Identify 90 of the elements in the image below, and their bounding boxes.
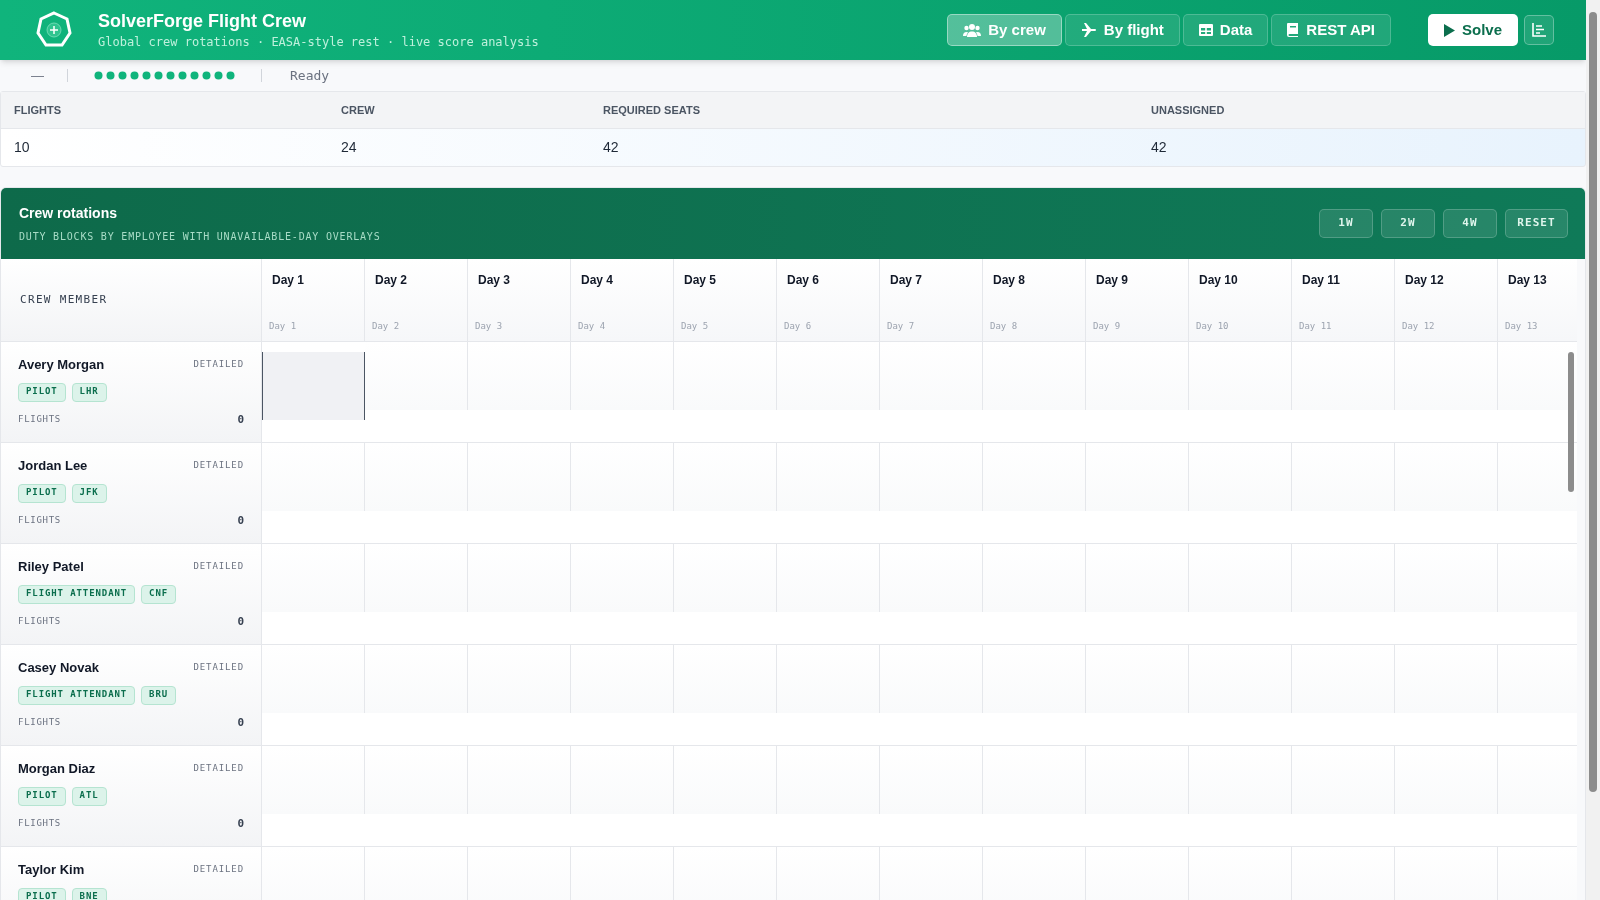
column-header: REQUIRED SEATS bbox=[590, 92, 1138, 129]
flights-count: 0 bbox=[237, 411, 244, 428]
column-header: FLIGHTS bbox=[1, 92, 328, 129]
crew-card[interactable]: Avery Morgan DETAILED PILOT LHR FLIGHTS 0 bbox=[1, 342, 262, 442]
mode-label: DETAILED bbox=[193, 560, 244, 573]
day-header: Day 6 bbox=[787, 272, 821, 289]
panel-title: Crew rotations bbox=[19, 204, 118, 223]
flights-label: FLIGHTS bbox=[18, 615, 61, 628]
mode-label: DETAILED bbox=[193, 358, 244, 371]
day-subheader: Day 13 bbox=[1505, 319, 1539, 333]
day-subheader: Day 7 bbox=[887, 319, 916, 333]
day-header: Day 2 bbox=[375, 272, 409, 289]
flights-count: 0 bbox=[237, 714, 244, 731]
crew-name: Jordan Lee bbox=[18, 457, 88, 475]
day-subheader: Day 10 bbox=[1196, 319, 1230, 333]
column-header: CREW bbox=[328, 92, 590, 129]
day-header: Day 11 bbox=[1302, 272, 1342, 289]
day-subheader: Day 12 bbox=[1402, 319, 1436, 333]
day-subheader: Day 1 bbox=[269, 319, 298, 333]
tag: FLIGHT ATTENDANT bbox=[18, 685, 136, 705]
tag: CNF bbox=[141, 584, 177, 604]
tag: BNE bbox=[71, 887, 107, 900]
day-header: Day 7 bbox=[890, 272, 924, 289]
day-header: Day 1 bbox=[272, 272, 306, 289]
tag: PILOT bbox=[18, 887, 66, 900]
stat-value: 42 bbox=[1150, 138, 1168, 157]
crew-name: Morgan Diaz bbox=[18, 760, 96, 778]
crew-card[interactable]: Riley Patel DETAILED FLIGHT ATTENDANT CNF FLIGHTS 0 bbox=[1, 544, 262, 644]
nav-tab[interactable]: Data bbox=[1182, 14, 1269, 46]
day-header: Day 10 bbox=[1199, 272, 1239, 289]
tag: PILOT bbox=[18, 382, 66, 402]
tag: FLIGHT ATTENDANT bbox=[18, 584, 136, 604]
mode-label: DETAILED bbox=[193, 661, 244, 674]
day-subheader: Day 2 bbox=[372, 319, 401, 333]
flights-label: FLIGHTS bbox=[18, 817, 61, 830]
crew-name: Riley Patel bbox=[18, 558, 84, 576]
nav-tab[interactable]: REST API bbox=[1271, 14, 1391, 46]
day-header: Day 3 bbox=[478, 272, 512, 289]
day-subheader: Day 8 bbox=[990, 319, 1019, 333]
flights-count: 0 bbox=[237, 815, 244, 832]
tag: PILOT bbox=[18, 483, 66, 503]
panel-subtitle: DUTY BLOCKS BY EMPLOYEE WITH UNAVAILABLE-DAY OVERLAYS bbox=[19, 230, 381, 244]
day-subheader: Day 6 bbox=[784, 319, 813, 333]
day-header: Day 8 bbox=[993, 272, 1027, 289]
crew-name: Taylor Kim bbox=[18, 861, 85, 879]
day-header: Day 5 bbox=[684, 272, 718, 289]
score-text: — bbox=[31, 66, 43, 85]
day-subheader: Day 4 bbox=[578, 319, 607, 333]
stat-value: 24 bbox=[340, 138, 358, 157]
flights-count: 0 bbox=[237, 613, 244, 630]
day-header: Day 9 bbox=[1096, 272, 1130, 289]
crew-card[interactable]: Casey Novak DETAILED FLIGHT ATTENDANT BRU FLIGHTS 0 bbox=[1, 645, 262, 745]
stat-value: 10 bbox=[13, 138, 31, 157]
day-subheader: Day 3 bbox=[475, 319, 504, 333]
mode-label: DETAILED bbox=[193, 459, 244, 472]
crew-name: Casey Novak bbox=[18, 659, 99, 677]
crew-name: Avery Morgan bbox=[18, 356, 105, 374]
crew-card[interactable]: Taylor Kim DETAILED PILOT BNE bbox=[1, 847, 262, 900]
zoom-button[interactable]: 4W bbox=[1443, 209, 1497, 238]
mode-label: DETAILED bbox=[193, 762, 244, 775]
day-header: Day 4 bbox=[581, 272, 615, 289]
flights-label: FLIGHTS bbox=[18, 514, 61, 527]
zoom-button[interactable]: RESET bbox=[1505, 209, 1568, 238]
zoom-button[interactable]: 2W bbox=[1381, 209, 1435, 238]
mode-label: DETAILED bbox=[193, 863, 244, 876]
nav-tab[interactable]: By flight bbox=[1064, 14, 1180, 46]
day-subheader: Day 9 bbox=[1093, 319, 1122, 333]
crew-card[interactable]: Jordan Lee DETAILED PILOT JFK FLIGHTS 0 bbox=[1, 443, 262, 543]
flights-label: FLIGHTS bbox=[18, 716, 61, 729]
tag: ATL bbox=[71, 786, 107, 806]
stat-value: 42 bbox=[602, 138, 620, 157]
day-subheader: Day 5 bbox=[681, 319, 710, 333]
day-subheader: Day 11 bbox=[1299, 319, 1333, 333]
tag: BRU bbox=[141, 685, 177, 705]
tag: LHR bbox=[71, 382, 107, 402]
crew-card[interactable]: Morgan Diaz DETAILED PILOT ATL FLIGHTS 0 bbox=[1, 746, 262, 846]
solve-button[interactable]: Solve bbox=[1427, 14, 1518, 46]
zoom-button[interactable]: 1W bbox=[1319, 209, 1373, 238]
tag: PILOT bbox=[18, 786, 66, 806]
status-text: Ready bbox=[290, 66, 330, 85]
column-header: UNASSIGNED bbox=[1138, 92, 1585, 129]
day-header: Day 12 bbox=[1405, 272, 1445, 289]
nav-tab[interactable]: By crew bbox=[947, 14, 1062, 46]
tag: JFK bbox=[71, 483, 107, 503]
app-subtitle: Global crew rotations · EASA-style rest · live score analysis bbox=[98, 33, 539, 51]
app-title: SolverForge Flight Crew bbox=[98, 9, 308, 32]
column-header: CREW MEMBER bbox=[1, 259, 262, 341]
flights-count: 0 bbox=[237, 512, 244, 529]
flights-label: FLIGHTS bbox=[18, 413, 61, 426]
day-header: Day 13 bbox=[1508, 272, 1548, 289]
